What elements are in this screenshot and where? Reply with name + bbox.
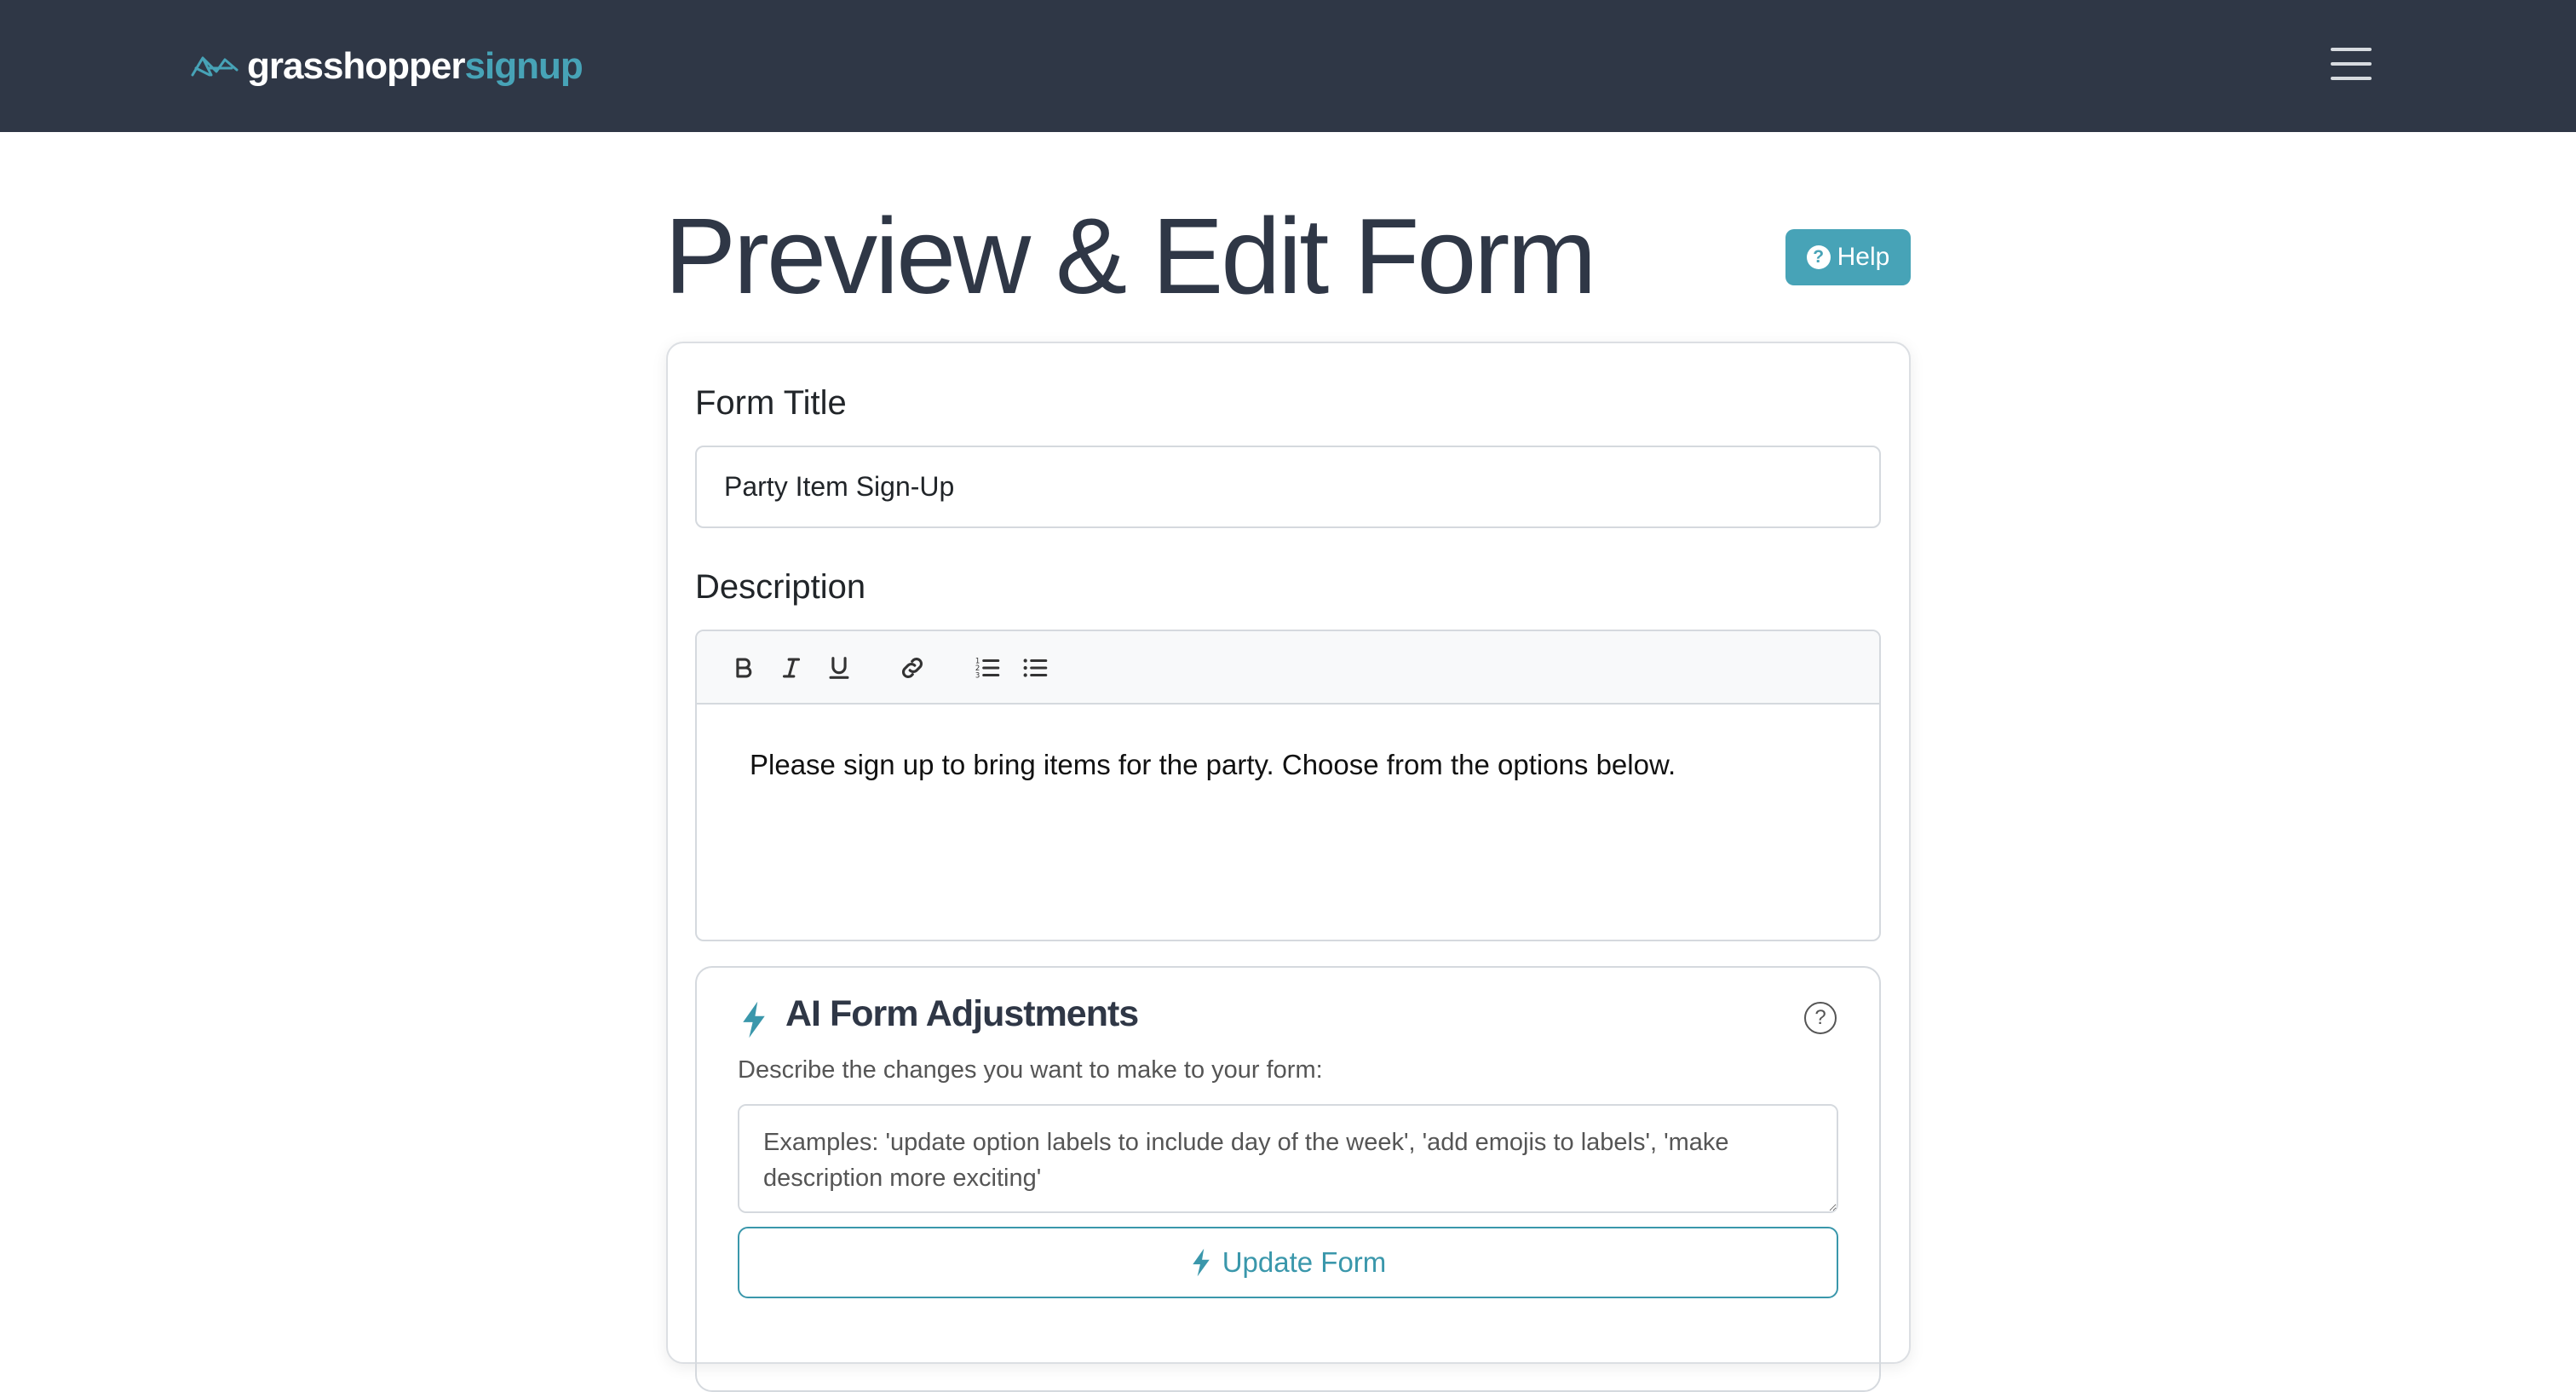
question-circle-icon: ?	[1806, 245, 1831, 269]
description-text[interactable]: Please sign up to bring items for the pa…	[750, 749, 1676, 781]
brand-name-part2: signup	[464, 45, 584, 87]
ai-changes-textarea[interactable]	[738, 1104, 1838, 1213]
update-form-button-label: Update Form	[1222, 1246, 1387, 1278]
brand-logo-link[interactable]: grasshoppersignup	[191, 41, 584, 92]
top-navbar: grasshoppersignup	[0, 0, 2576, 132]
editor-toolbar: 123	[697, 631, 1879, 705]
form-editor-card: Form Title Description 123 Please sign u	[666, 342, 1911, 1392]
lightning-bolt-icon	[743, 1001, 765, 1038]
form-title-input[interactable]	[695, 446, 1881, 528]
help-button-label: Help	[1837, 243, 1890, 271]
form-title-label: Form Title	[695, 384, 847, 422]
lightning-bolt-icon	[1192, 1248, 1210, 1277]
help-button[interactable]: ? Help	[1785, 229, 1911, 285]
description-label: Description	[695, 568, 866, 606]
ai-form-adjustments-panel: AI Form Adjustments ? Describe the chang…	[695, 966, 1881, 1392]
bullet-list-icon[interactable]	[1017, 650, 1053, 686]
underline-icon[interactable]	[821, 650, 857, 686]
hamburger-menu-icon[interactable]	[2327, 43, 2375, 85]
ai-panel-subtitle: Describe the changes you want to make to…	[738, 1056, 1323, 1084]
page-title: Preview & Edit Form	[664, 196, 1596, 316]
question-circle-icon[interactable]: ?	[1804, 1002, 1837, 1034]
ai-panel-title: AI Form Adjustments	[785, 993, 1139, 1034]
link-icon[interactable]	[894, 650, 930, 686]
update-form-button[interactable]: Update Form	[738, 1227, 1838, 1298]
svg-text:3: 3	[975, 671, 980, 680]
italic-icon[interactable]	[773, 650, 809, 686]
grasshopper-logo-icon	[191, 56, 239, 77]
brand-name: grasshoppersignup	[247, 45, 584, 87]
description-editor: 123 Please sign up to bring items for th…	[695, 630, 1881, 941]
bold-icon[interactable]	[726, 650, 762, 686]
brand-name-part1: grasshopper	[247, 45, 466, 87]
ordered-list-icon[interactable]: 123	[969, 650, 1005, 686]
